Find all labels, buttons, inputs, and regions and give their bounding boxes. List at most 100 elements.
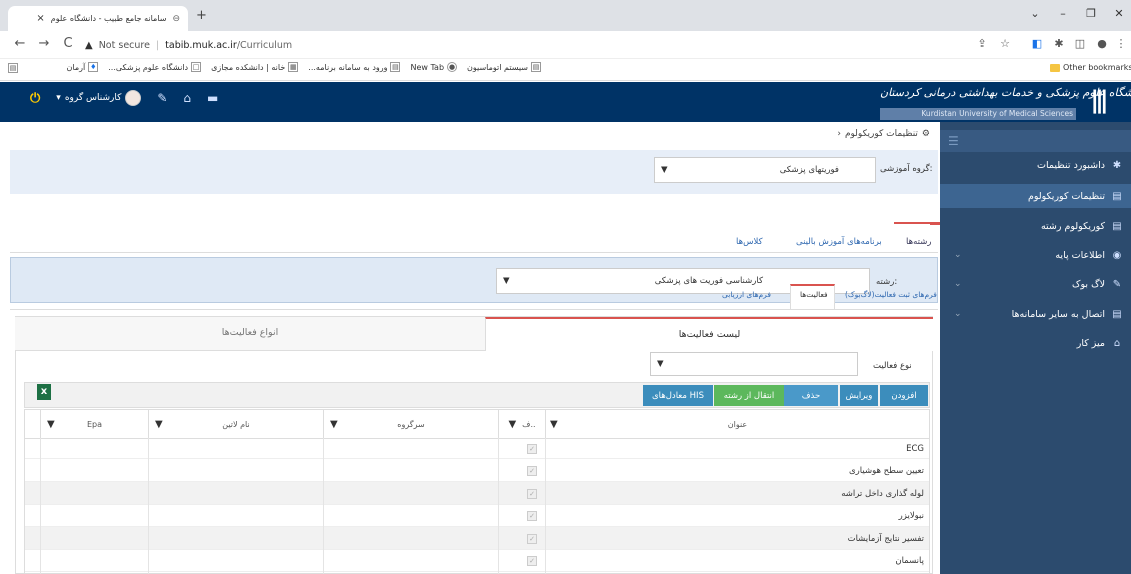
power-icon[interactable]: ⏻: [30, 91, 40, 106]
menu-icon: ☰: [948, 134, 959, 148]
url-path: /Curriculum: [236, 39, 293, 51]
grid-icon: ▦: [288, 62, 299, 72]
add-button[interactable]: افزودن: [880, 385, 928, 406]
row-checkbox[interactable]: ✓: [527, 511, 537, 521]
monitor-icon[interactable]: ▬: [207, 91, 218, 105]
url-host: tabib.muk.ac.ir: [165, 39, 237, 51]
browser-tab[interactable]: ⊖ سامانه جامع طبیب - دانشگاه علوم ×: [8, 6, 188, 31]
excel-export-icon[interactable]: x: [37, 384, 51, 400]
tab-activity-types[interactable]: انواع فعالیت‌ها: [15, 317, 485, 351]
tab-favicon-icon: ⊖: [172, 13, 180, 24]
sidebar-item-dashboard[interactable]: ✱ داشبورد تنظیمات: [940, 153, 1131, 177]
major-label: رشته:: [876, 277, 898, 287]
reload-icon[interactable]: C: [60, 36, 76, 51]
sidebar-item-curriculum-settings[interactable]: ▤ تنظیمات کوریکولوم: [940, 184, 1131, 208]
extension-icon[interactable]: ◧: [1030, 37, 1044, 50]
row-checkbox[interactable]: ✓: [527, 444, 537, 454]
sidebar-toggle[interactable]: ☰: [940, 130, 1131, 152]
row-checkbox[interactable]: ✓: [527, 534, 537, 544]
bookmark-item[interactable]: ▤ ورود به سامانه برنامه...: [308, 62, 401, 72]
tab-search-icon[interactable]: ⌄: [1020, 7, 1050, 23]
edit-icon[interactable]: ✎: [157, 91, 167, 105]
menu-dots-icon[interactable]: ⋮: [1114, 37, 1128, 50]
col-divider: [323, 438, 324, 574]
tab-clinical-programs[interactable]: برنامه‌های آموزش بالینی: [796, 237, 882, 247]
tab-classes[interactable]: کلاس‌ها: [736, 237, 763, 247]
sidebar-item-major-curriculum[interactable]: ▤ کوریکولوم رشته: [940, 214, 1131, 238]
column-header-latin-name[interactable]: نام لاتین ▼: [148, 410, 323, 438]
tab-evaluation-forms[interactable]: فرم‌های ارزیابی: [722, 290, 771, 299]
filter-icon[interactable]: ▼: [47, 419, 55, 430]
sidepanel-icon[interactable]: ◫: [1073, 37, 1087, 50]
column-header-subgroup[interactable]: سرگروه ▼: [323, 410, 498, 438]
tab-title: سامانه جامع طبیب - دانشگاه علوم: [50, 14, 167, 23]
his-equivalents-button[interactable]: معادل‌های HIS: [643, 385, 713, 406]
group-select[interactable]: ▼ فوریتهای پزشکی: [654, 157, 876, 183]
row-checkbox[interactable]: ✓: [527, 489, 537, 499]
restore-icon[interactable]: ❐: [1076, 7, 1106, 23]
star-icon[interactable]: ☆: [998, 37, 1012, 50]
profile-icon[interactable]: ●: [1095, 37, 1109, 50]
play-circle-icon: ◉: [1112, 249, 1122, 261]
cell-title: لوله گذاری داخل تراشه: [841, 489, 924, 499]
bookmark-item[interactable]: ▦ خانه | دانشکده مجازی: [211, 62, 299, 72]
caret-icon: ▼: [503, 276, 510, 286]
new-tab-button[interactable]: +: [196, 8, 207, 23]
cell-title: تفسیر نتایج آزمایشات: [847, 534, 924, 544]
home-icon[interactable]: ⌂: [183, 91, 191, 105]
other-bookmarks[interactable]: Other bookmarks: [1050, 63, 1131, 72]
gear-icon: ⚙: [921, 129, 930, 139]
bookmark-item[interactable]: ● New Tab: [410, 62, 458, 72]
close-window-icon[interactable]: ✕: [1104, 7, 1131, 23]
column-header-title[interactable]: عنوان ▼: [545, 410, 929, 438]
row-checkbox[interactable]: ✓: [527, 466, 537, 476]
chevron-left-icon: ‹: [837, 129, 841, 139]
bookmark-item[interactable]: ♦ آرمان: [67, 62, 99, 72]
list-icon: ▤: [1112, 308, 1122, 320]
bookmark-icon: ▤: [390, 62, 401, 72]
sidebar-item-base-info[interactable]: ◉ اطلاعات پایه ⌄: [940, 243, 1131, 267]
sidebar-item-logbook[interactable]: ✎ لاگ بوک ⌄: [940, 272, 1131, 296]
folder-icon: [1050, 63, 1060, 72]
sidebar-item-desk[interactable]: ⌂ میز کار: [940, 331, 1131, 355]
tab-majors[interactable]: رشته‌ها: [906, 237, 931, 247]
col-divider: [40, 438, 41, 574]
not-secure-label: Not secure: [98, 39, 150, 51]
back-icon[interactable]: ←: [12, 36, 28, 51]
delete-button[interactable]: حذف: [784, 385, 838, 406]
minimize-icon[interactable]: –: [1048, 7, 1078, 23]
bookmark-item[interactable]: ▤ سیستم اتوماسیون: [467, 62, 541, 72]
filter-icon[interactable]: ▼: [508, 419, 516, 430]
group-value: فوریتهای پزشکی: [779, 165, 839, 175]
bookmark-item[interactable]: □ دانشگاه علوم پزشکی...: [108, 62, 202, 72]
share-icon[interactable]: ⇪: [975, 37, 989, 50]
address-bar[interactable]: ▲ Not secure | tabib.muk.ac.ir/Curriculu…: [85, 35, 965, 55]
chevron-down-icon: ▾: [56, 93, 61, 103]
tab-logbook-forms[interactable]: فرم‌های ثبت فعالیت(لاگ‌بوک): [845, 290, 937, 299]
puzzle-icon[interactable]: ✱: [1052, 37, 1066, 50]
breadcrumb-label: تنظیمات کوریکولوم: [844, 129, 918, 139]
user-role: کارشناس گروه: [64, 93, 122, 103]
column-header-epa[interactable]: Epa ▼: [40, 410, 148, 438]
book-icon: □: [191, 62, 202, 72]
tab-activities[interactable]: فعالیت‌ها: [800, 290, 828, 299]
sidebar-item-connect-systems[interactable]: ▤ اتصال به سایر سامانه‌ها ⌄: [940, 302, 1131, 326]
group-label: گروه آموزشی:: [880, 164, 933, 174]
bookmark-list: ▤ سیستم اتوماسیون ● New Tab ▤ ورود به سامان…: [67, 62, 541, 72]
forward-icon[interactable]: →: [36, 36, 52, 51]
transfer-from-major-button[interactable]: انتقال از رشته: [714, 385, 784, 406]
filter-icon[interactable]: ▼: [155, 419, 163, 430]
cell-title: تعیین سطح هوشیاری: [849, 466, 924, 476]
activity-type-select[interactable]: ▼: [650, 352, 858, 376]
university-name-en: Kurdistan University of Medical Sciences: [880, 108, 1076, 120]
filter-icon[interactable]: ▼: [550, 419, 558, 430]
tab-close-icon[interactable]: ×: [36, 13, 44, 24]
edit-button[interactable]: ویرایش: [840, 385, 878, 406]
tab-activity-list[interactable]: لیست فعالیت‌ها: [485, 317, 933, 351]
row-checkbox[interactable]: ✓: [527, 556, 537, 566]
logo-icon: ♦: [88, 62, 99, 72]
column-header-f[interactable]: ▼ ف..: [498, 410, 545, 438]
filter-icon[interactable]: ▼: [330, 419, 338, 430]
user-menu[interactable]: ▾ کارشناس گروه: [56, 90, 142, 106]
major-value: کارشناسی فوریت های پزشکی: [654, 276, 763, 286]
